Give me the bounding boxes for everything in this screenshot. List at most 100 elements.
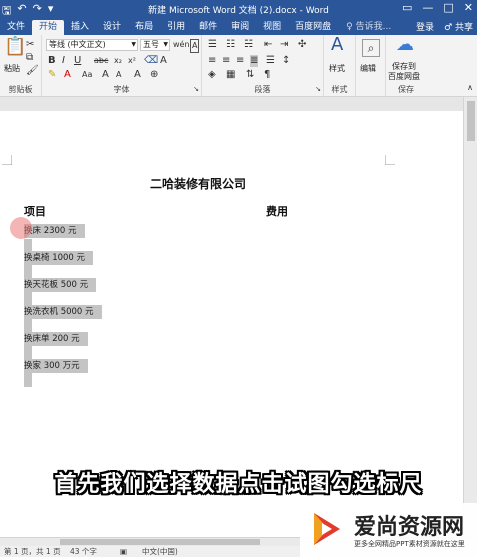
sort-icon[interactable]: ⇅ [246, 69, 254, 81]
list-item[interactable]: 换天花板 500 元 [24, 278, 97, 292]
tab-mailings[interactable]: 邮件 [192, 20, 224, 35]
column-header-cost: 费用 [266, 205, 288, 218]
font-group: 等线 (中文正文) ▼ 五号 ▼ wén A B I U abc x₂ x² ⌫ A… [42, 35, 202, 97]
chevron-down-icon: ▼ [163, 41, 168, 48]
superscript-icon[interactable]: x² [128, 55, 136, 67]
proofing-icon[interactable]: ▣ [120, 546, 127, 557]
find-icon[interactable]: ⌕ [362, 39, 380, 57]
login-button[interactable]: 登录 [416, 20, 434, 33]
grow-font-icon[interactable]: A [102, 69, 109, 81]
shading-icon[interactable]: ◈ [208, 69, 216, 81]
change-case-icon[interactable]: Aa [82, 69, 92, 81]
scrollbar-thumb[interactable] [60, 539, 260, 545]
bold-icon[interactable]: B [48, 55, 56, 67]
styles-group-label: 样式 [331, 85, 348, 94]
copy-icon[interactable]: ⧉ [26, 52, 33, 64]
paragraph-group: ☰ ☷ ☵ ⇤ ⇥ ✣ ≡ ≡ ≡ ≣ ☰ ↕ ◈ ▦ ⇅ ¶ 段落 ↘ [202, 35, 324, 97]
dialog-launcher-icon[interactable]: ↘ [315, 83, 321, 95]
video-subtitle: 首先我们选择数据点击试图勾选标尺 [54, 472, 423, 497]
watermark-brand: 爱尚资源网 [354, 515, 465, 540]
styles-button-label[interactable]: 样式 [329, 63, 345, 74]
numbering-icon[interactable]: ☷ [226, 39, 235, 51]
align-right-icon[interactable]: ≡ [236, 55, 244, 67]
list-item[interactable]: 换床 2300 元 [24, 224, 85, 238]
font-name-combo[interactable]: 等线 (中文正文) ▼ [46, 39, 138, 51]
format-painter-icon[interactable]: 🖌 [26, 65, 39, 77]
font-color-icon[interactable]: A [64, 69, 71, 81]
tab-insert[interactable]: 插入 [64, 20, 96, 35]
subscript-icon[interactable]: x₂ [114, 55, 122, 67]
character-border-icon[interactable]: A [190, 39, 200, 53]
language[interactable]: 中文(中国) [142, 546, 178, 557]
center-icon[interactable]: ≡ [222, 55, 230, 67]
decrease-indent-icon[interactable]: ⇤ [264, 39, 272, 51]
collapse-ribbon-icon[interactable]: ∧ [467, 82, 473, 94]
strikethrough-icon[interactable]: abc [94, 55, 108, 67]
mouse-cursor-highlight [10, 217, 32, 239]
align-left-icon[interactable]: ≡ [208, 55, 216, 67]
baidu-netdisk-icon[interactable]: ☁ [396, 36, 414, 54]
editing-button-label[interactable]: 编辑 [360, 63, 376, 74]
styles-group: A 样式 样式 [324, 35, 356, 97]
dialog-launcher-icon[interactable]: ↘ [193, 83, 199, 95]
styles-icon[interactable]: A [331, 36, 343, 54]
list-item[interactable]: 换家 300 万元 [24, 359, 88, 373]
font-size-value: 五号 [143, 40, 159, 49]
save-group-label: 保存 [398, 85, 414, 94]
maximize-button[interactable]: □ [443, 1, 453, 14]
editing-group: ⌕ 编辑 [356, 35, 386, 97]
tab-baidu-netdisk[interactable]: 百度网盘 [288, 20, 338, 35]
borders-icon[interactable]: ▦ [226, 69, 235, 81]
multilevel-list-icon[interactable]: ☵ [244, 39, 253, 51]
increase-indent-icon[interactable]: ⇥ [280, 39, 288, 51]
tab-review[interactable]: 审阅 [224, 20, 256, 35]
shrink-font-icon[interactable]: A [116, 69, 121, 81]
share-button[interactable]: ♂ 共享 [444, 20, 473, 33]
minimize-button[interactable]: — [422, 1, 433, 14]
cut-icon[interactable]: ✂ [26, 39, 34, 51]
title-bar: 🖫 ↶ ↷ ▾ 新建 Microsoft Word 文档 (2).docx - … [0, 0, 477, 18]
close-button[interactable]: ✕ [464, 1, 473, 14]
bullets-icon[interactable]: ☰ [208, 39, 217, 51]
paragraph-group-label: 段落 [254, 85, 271, 94]
tab-file[interactable]: 文件 [0, 20, 32, 35]
scrollbar-thumb[interactable] [467, 101, 475, 141]
tab-view[interactable]: 视图 [256, 20, 288, 35]
word-count[interactable]: 43 个字 [70, 546, 97, 557]
watermark-tagline: 更多全网精品PPT素材资源就在这里 [354, 540, 465, 548]
character-shading-icon[interactable]: A [134, 69, 141, 81]
font-size-combo[interactable]: 五号 ▼ [140, 39, 170, 51]
watermark-logo-icon [314, 513, 340, 545]
text-effects-icon[interactable]: A [160, 55, 167, 67]
paste-icon[interactable]: 📋 [4, 38, 26, 56]
tell-me-search[interactable]: ♀ 告诉我... [346, 20, 391, 35]
distributed-icon[interactable]: ☰ [266, 55, 275, 67]
underline-icon[interactable]: U [74, 55, 81, 67]
crop-mark [2, 155, 12, 165]
list-item[interactable]: 换洗衣机 5000 元 [24, 305, 102, 319]
list-item[interactable]: 换桌椅 1000 元 [24, 251, 94, 265]
chinese-layout-icon[interactable]: ✣ [298, 39, 306, 51]
tab-references[interactable]: 引用 [160, 20, 192, 35]
show-hide-marks-icon[interactable]: ¶ [264, 69, 270, 81]
ribbon-display-button[interactable]: ▭ [402, 1, 412, 14]
phonetic-guide-icon[interactable]: wén [173, 39, 190, 51]
italic-icon[interactable]: I [62, 55, 65, 67]
font-group-label: 字体 [113, 85, 130, 94]
clear-formatting-icon[interactable]: ⌫ [144, 55, 158, 67]
column-header-item: 项目 [24, 205, 46, 218]
save-group: ☁ 保存到 百度网盘 保存 [386, 35, 426, 97]
list-item[interactable]: 换床单 200 元 [24, 332, 88, 346]
justify-icon[interactable]: ≣ [250, 55, 259, 67]
tab-home[interactable]: 开始 [32, 20, 65, 35]
line-spacing-icon[interactable]: ↕ [282, 55, 290, 67]
save-to-label-2[interactable]: 百度网盘 [388, 71, 420, 82]
page-count[interactable]: 第 1 页，共 1 页 [4, 546, 61, 557]
tab-design[interactable]: 设计 [96, 20, 128, 35]
ribbon: 📋 粘贴 ✂ ⧉ 🖌 剪贴板 等线 (中文正文) ▼ 五号 ▼ wén A B I … [0, 35, 477, 97]
clipboard-group: 📋 粘贴 ✂ ⧉ 🖌 剪贴板 [0, 35, 42, 97]
highlight-icon[interactable]: ✎ [48, 69, 56, 81]
tab-layout[interactable]: 布局 [128, 20, 160, 35]
clipboard-group-label: 剪贴板 [8, 85, 33, 94]
enclose-characters-icon[interactable]: ⊕ [150, 69, 158, 81]
